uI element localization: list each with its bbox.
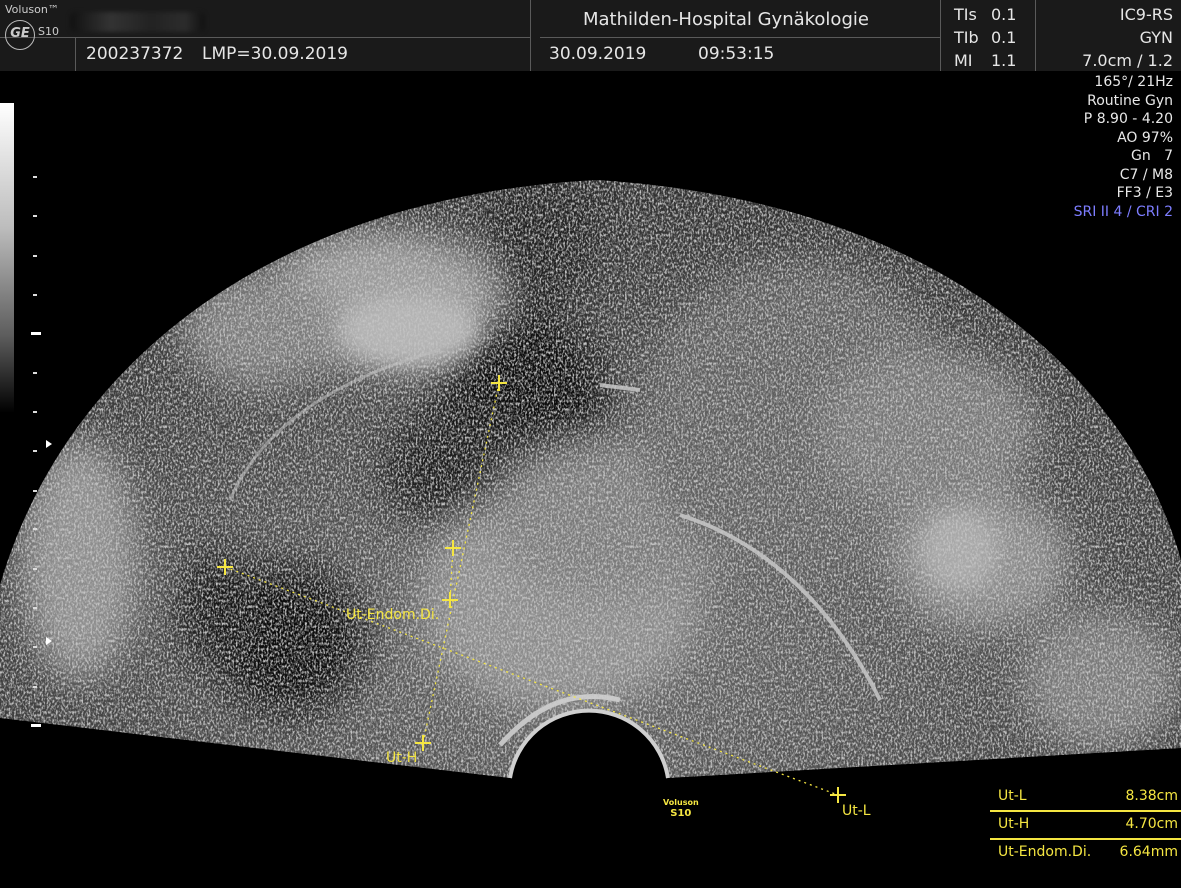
focus-marker-icon bbox=[46, 440, 52, 448]
param-gain: Gn 7 bbox=[1131, 148, 1173, 164]
measurement-row: Ut-H 4.70cm bbox=[990, 813, 1181, 837]
param-frame-filter: FF3 / E3 bbox=[1116, 185, 1173, 201]
probe-model: S10 bbox=[670, 808, 692, 819]
measurement-row: Ut-L 8.38cm bbox=[990, 785, 1181, 809]
probe-brand: Voluson bbox=[663, 798, 699, 807]
param-program: Routine Gyn bbox=[1087, 92, 1173, 109]
label-ut-l: Ut-L bbox=[842, 803, 871, 819]
measurement-value: 6.64mm bbox=[1119, 844, 1178, 860]
measurement-value: 4.70cm bbox=[1125, 816, 1178, 832]
measurement-row: Ut-Endom.Di. 6.64mm bbox=[990, 841, 1181, 865]
ultrasound-image bbox=[0, 180, 1181, 803]
probe-mark: Voluson S10 bbox=[663, 797, 699, 819]
measurement-value: 8.38cm bbox=[1125, 788, 1178, 804]
param-angle-frequency: 165°/ 21Hz bbox=[1094, 74, 1173, 90]
measurement-name: Ut-H bbox=[998, 816, 1030, 832]
param-sri-cri: SRI II 4 / CRI 2 bbox=[1073, 203, 1173, 220]
param-contrast-map: C7 / M8 bbox=[1119, 166, 1173, 183]
imaging-parameters: 165°/ 21Hz Routine Gyn P 8.90 - 4.20 AO … bbox=[1074, 73, 1173, 221]
label-endometrium: Ut-Endom.Di. bbox=[346, 607, 440, 623]
label-ut-h: Ut-H bbox=[386, 750, 418, 766]
measurement-results: Ut-L 8.38cm Ut-H 4.70cm Ut-Endom.Di. 6.6… bbox=[990, 785, 1181, 869]
measurement-name: Ut-Endom.Di. bbox=[998, 844, 1092, 860]
focus-marker-icon bbox=[46, 637, 52, 645]
param-acoustic-output: AO 97% bbox=[1117, 129, 1173, 146]
measurement-name: Ut-L bbox=[998, 788, 1027, 804]
caliper-ut-l-right bbox=[830, 787, 846, 803]
param-frequency-range: P 8.90 - 4.20 bbox=[1083, 111, 1173, 127]
grayscale-bar bbox=[0, 103, 14, 413]
